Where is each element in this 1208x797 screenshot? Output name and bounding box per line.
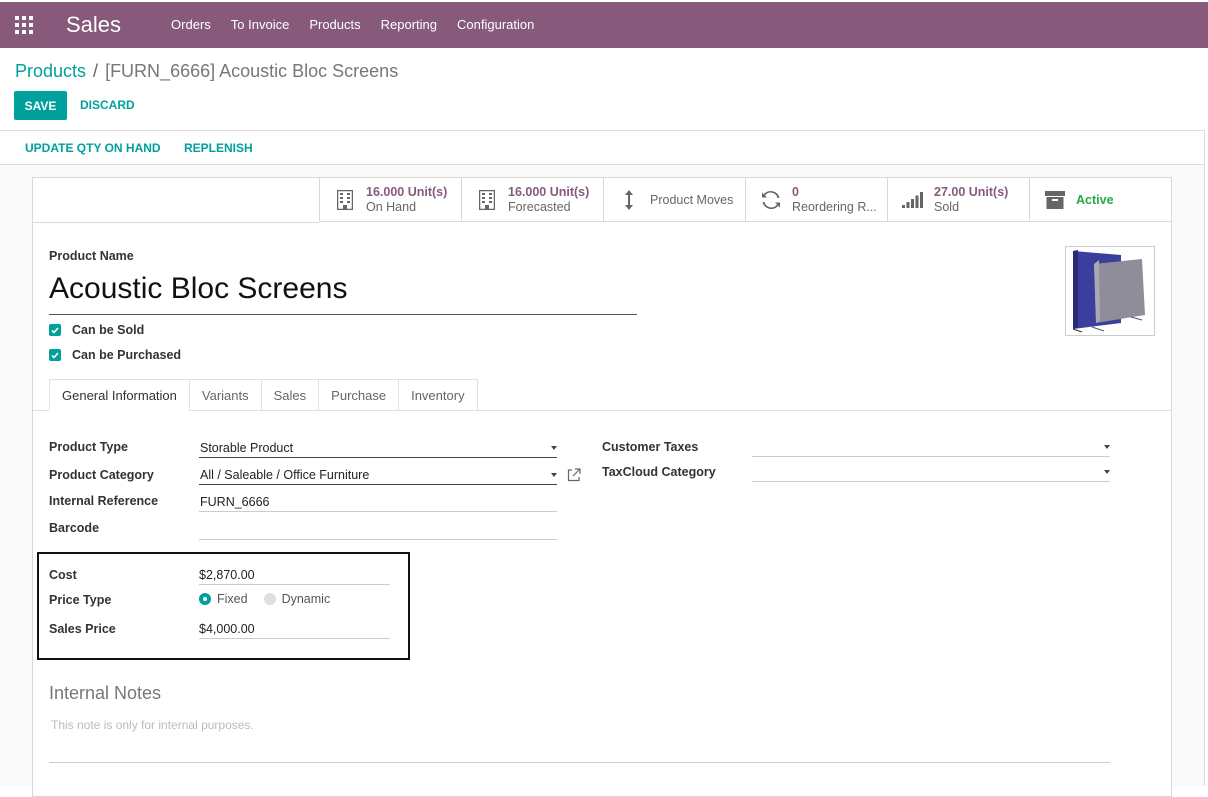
- forecasted-button[interactable]: 16.000 Unit(s) Forecasted: [461, 178, 603, 222]
- breadcrumb-separator: /: [93, 61, 99, 81]
- breadcrumb: Products / [FURN_6666] Acoustic Bloc Scr…: [15, 61, 398, 82]
- product-name-label: Product Name: [49, 249, 134, 263]
- product-type-select[interactable]: Storable Product: [199, 439, 557, 458]
- smart-button-box: 16.000 Unit(s) On Hand 16.000 Unit(s) Fo…: [319, 178, 1172, 222]
- reordering-label: Reordering R...: [792, 200, 877, 214]
- breadcrumb-products-link[interactable]: Products: [15, 61, 86, 82]
- on-hand-button[interactable]: 16.000 Unit(s) On Hand: [319, 178, 461, 222]
- customer-taxes-label: Customer Taxes: [602, 440, 699, 454]
- on-hand-value: 16.000 Unit(s): [366, 185, 448, 199]
- on-hand-text: 16.000 Unit(s) On Hand: [366, 185, 447, 215]
- menu-configuration[interactable]: Configuration: [447, 2, 544, 48]
- can-be-sold-checkbox[interactable]: [49, 324, 61, 336]
- can-be-purchased-checkbox[interactable]: [49, 349, 61, 361]
- active-label: Active: [1076, 193, 1114, 207]
- product-category-label: Product Category: [49, 468, 154, 482]
- form-statusbar: UPDATE QTY ON HAND REPLENISH: [0, 130, 1205, 165]
- menu-to-invoice[interactable]: To Invoice: [221, 2, 300, 48]
- pricing-highlight-box: [37, 552, 410, 660]
- tab-inventory[interactable]: Inventory: [399, 379, 478, 411]
- forecasted-value: 16.000 Unit(s): [508, 185, 590, 199]
- sold-button[interactable]: 27.00 Unit(s) Sold: [887, 178, 1029, 222]
- tab-purchase[interactable]: Purchase: [319, 379, 400, 411]
- vertical-arrows-icon: [618, 189, 640, 211]
- sold-value: 27.00 Unit(s): [934, 185, 1009, 199]
- building-icon: [476, 189, 498, 211]
- save-button[interactable]: SAVE: [14, 91, 67, 120]
- product-type-value: Storable Product: [200, 441, 294, 455]
- form-sheet: 16.000 Unit(s) On Hand 16.000 Unit(s) Fo…: [32, 177, 1172, 797]
- dropdown-caret-icon: [1104, 470, 1110, 474]
- internal-reference-input[interactable]: FURN_6666: [199, 493, 557, 512]
- reordering-rules-button[interactable]: 0 Reordering R...: [745, 178, 887, 222]
- product-moves-label: Product Moves: [650, 193, 734, 207]
- breadcrumb-current: [FURN_6666] Acoustic Bloc Screens: [105, 61, 399, 81]
- barcode-label: Barcode: [49, 521, 100, 535]
- archive-icon: [1044, 189, 1066, 211]
- dropdown-caret-icon: [551, 446, 557, 450]
- internal-notes-title: Internal Notes: [49, 683, 162, 703]
- building-icon: [334, 189, 356, 211]
- internal-reference-value: FURN_6666: [200, 495, 270, 509]
- sold-text: 27.00 Unit(s) Sold: [934, 185, 1008, 215]
- notebook-tabs: General Information Variants Sales Purch…: [49, 379, 478, 411]
- refresh-icon: [760, 189, 782, 211]
- sold-label: Sold: [934, 200, 960, 214]
- menu-orders[interactable]: Orders: [161, 2, 221, 48]
- tab-variants[interactable]: Variants: [189, 379, 262, 411]
- external-link-icon[interactable]: [567, 468, 581, 482]
- acoustic-screens-image: [1072, 250, 1145, 333]
- forecasted-text: 16.000 Unit(s) Forecasted: [508, 185, 589, 215]
- discard-button[interactable]: DISCARD: [80, 98, 135, 112]
- product-image[interactable]: [1065, 246, 1155, 336]
- update-qty-button[interactable]: UPDATE QTY ON HAND: [25, 141, 161, 155]
- dropdown-caret-icon: [1104, 445, 1110, 449]
- product-category-value: All / Saleable / Office Furniture: [200, 468, 370, 482]
- divider: [33, 222, 319, 223]
- internal-reference-label: Internal Reference: [49, 494, 159, 508]
- menu-products[interactable]: Products: [299, 2, 370, 48]
- active-toggle-button[interactable]: Active: [1029, 178, 1171, 222]
- dropdown-caret-icon: [551, 473, 557, 477]
- top-navbar: Sales Orders To Invoice Products Reporti…: [0, 2, 1208, 48]
- can-be-sold-row: Can be Sold: [49, 323, 144, 337]
- can-be-purchased-row: Can be Purchased: [49, 348, 181, 362]
- replenish-button[interactable]: REPLENISH: [184, 141, 253, 155]
- tab-general-information[interactable]: General Information: [49, 379, 190, 411]
- can-be-sold-label: Can be Sold: [72, 323, 145, 337]
- product-category-select[interactable]: All / Saleable / Office Furniture: [199, 466, 557, 485]
- product-moves-button[interactable]: Product Moves: [603, 178, 745, 222]
- menu-reporting[interactable]: Reporting: [371, 2, 447, 48]
- can-be-purchased-label: Can be Purchased: [72, 348, 182, 362]
- tab-sales[interactable]: Sales: [261, 379, 320, 411]
- notes-divider: [49, 762, 1110, 763]
- product-name-input[interactable]: Acoustic Bloc Screens: [49, 270, 637, 315]
- grid-icon: [15, 16, 33, 34]
- taxcloud-category-label: TaxCloud Category: [602, 465, 716, 479]
- apps-menu-icon[interactable]: [0, 2, 48, 48]
- taxcloud-category-input[interactable]: [752, 463, 1110, 482]
- reordering-text: 0 Reordering R...: [792, 185, 877, 215]
- reordering-value: 0: [792, 185, 799, 199]
- on-hand-label: On Hand: [366, 200, 417, 214]
- barcode-input[interactable]: [199, 521, 557, 540]
- app-title[interactable]: Sales: [66, 12, 121, 38]
- customer-taxes-input[interactable]: [752, 438, 1110, 457]
- signal-bars-icon: [902, 189, 924, 211]
- forecasted-label: Forecasted: [508, 200, 571, 214]
- internal-notes-placeholder[interactable]: This note is only for internal purposes.: [51, 718, 254, 732]
- product-type-label: Product Type: [49, 440, 128, 454]
